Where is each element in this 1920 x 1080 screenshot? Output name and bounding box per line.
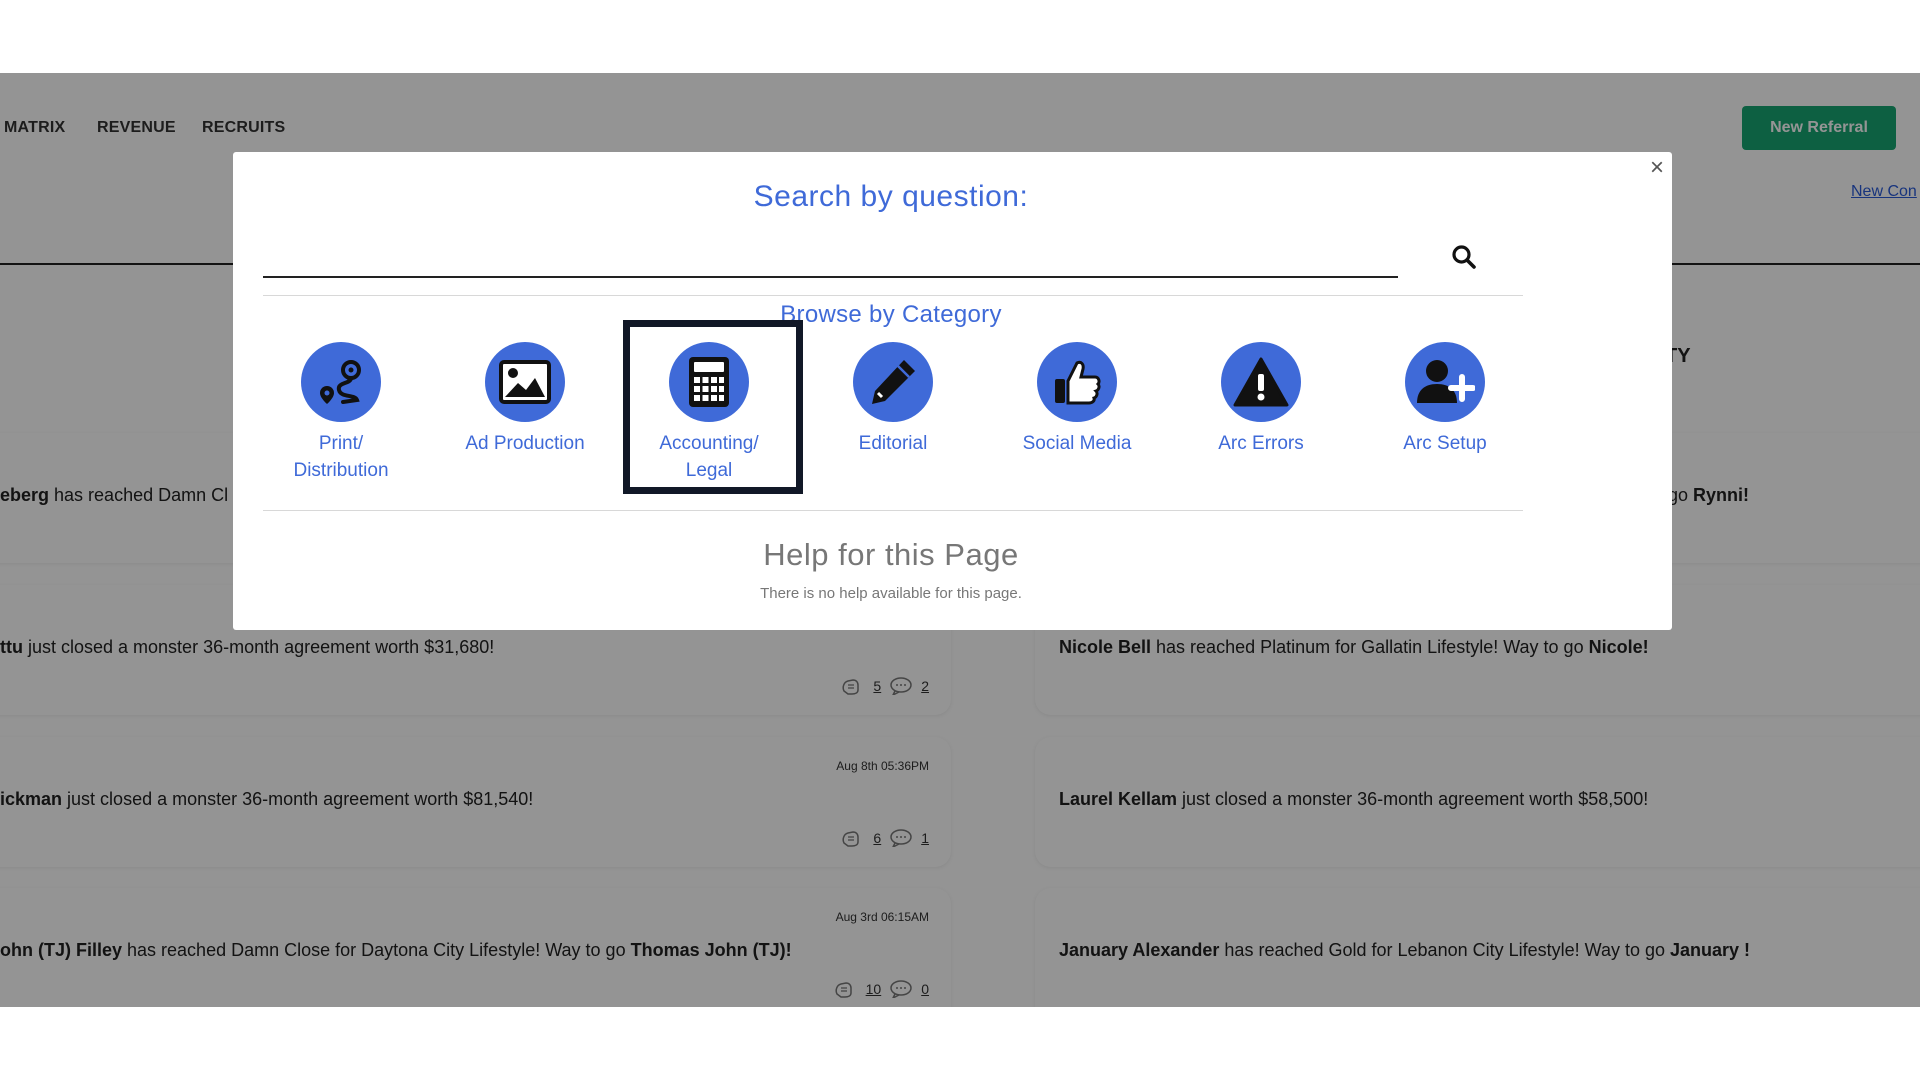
category-label: Social Media bbox=[1022, 433, 1132, 454]
close-icon[interactable]: × bbox=[1650, 156, 1664, 180]
category-social-media[interactable]: Social Media bbox=[987, 342, 1167, 457]
search-title: Search by question: bbox=[753, 180, 1029, 213]
category-print-distribution[interactable]: Print/ Distribution bbox=[251, 342, 431, 484]
category-label: Print/ Distribution bbox=[293, 433, 389, 481]
help-title: Help for this Page bbox=[763, 537, 1019, 572]
app-stage: MATRIX REVENUE RECRUITS New Referral New… bbox=[0, 73, 1920, 1007]
user-plus-icon bbox=[1405, 342, 1485, 422]
help-text: There is no help available for this page… bbox=[760, 585, 1022, 602]
category-arc-errors[interactable]: Arc Errors bbox=[1171, 342, 1351, 457]
warning-icon bbox=[1221, 342, 1301, 422]
category-ad-production[interactable]: Ad Production bbox=[435, 342, 615, 457]
route-icon bbox=[301, 342, 381, 422]
selection-highlight bbox=[623, 320, 803, 494]
modal-divider bbox=[263, 510, 1523, 511]
category-label: Arc Errors bbox=[1218, 433, 1304, 454]
image-icon bbox=[485, 342, 565, 422]
search-input[interactable] bbox=[263, 242, 1398, 278]
search-button[interactable] bbox=[1447, 240, 1481, 274]
modal-divider bbox=[263, 295, 1523, 296]
search-icon bbox=[1452, 245, 1476, 269]
category-arc-setup[interactable]: Arc Setup bbox=[1355, 342, 1535, 457]
category-label: Ad Production bbox=[465, 433, 585, 454]
category-label: Arc Setup bbox=[1403, 433, 1487, 454]
browse-title: Browse by Category bbox=[780, 301, 1002, 328]
category-editorial[interactable]: Editorial bbox=[803, 342, 983, 457]
help-modal: × Search by question: Browse by Category bbox=[233, 152, 1672, 630]
pencil-icon bbox=[853, 342, 933, 422]
category-label: Editorial bbox=[858, 433, 928, 454]
thumbs-up-icon bbox=[1037, 342, 1117, 422]
